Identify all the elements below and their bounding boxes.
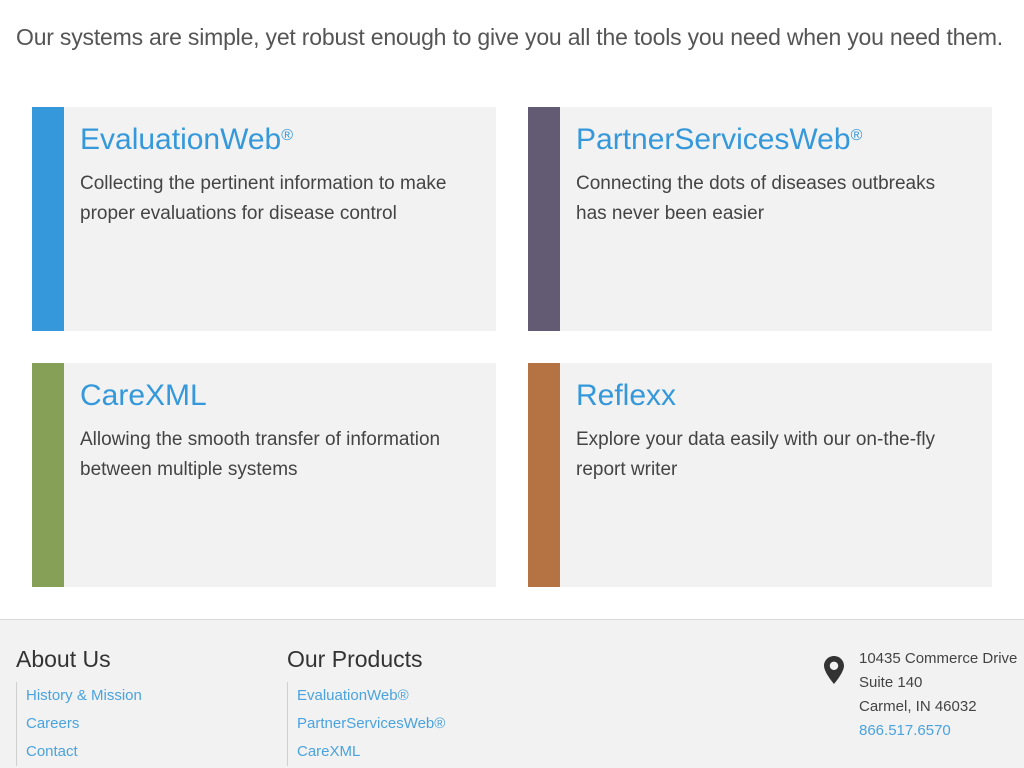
card-accent-bar bbox=[32, 363, 64, 587]
footer-products-links: EvaluationWeb® PartnerServicesWeb® CareX… bbox=[287, 682, 445, 766]
footer-about-heading: About Us bbox=[16, 646, 111, 672]
card-accent-bar bbox=[528, 363, 560, 587]
product-card-partnerservicesweb[interactable]: PartnerServicesWeb® Connecting the dots … bbox=[528, 107, 992, 331]
address-city: Carmel, IN 46032 bbox=[859, 698, 977, 715]
footer-link-careers[interactable]: Careers bbox=[26, 710, 142, 738]
product-description: Collecting the pertinent information to … bbox=[80, 173, 447, 224]
product-title[interactable]: EvaluationWeb® bbox=[80, 123, 293, 157]
footer-products-heading: Our Products bbox=[287, 646, 423, 672]
product-title[interactable]: CareXML bbox=[80, 379, 207, 413]
trademark-symbol: ® bbox=[850, 127, 863, 144]
map-pin-icon bbox=[824, 656, 844, 684]
footer-about-links: History & Mission Careers Contact bbox=[16, 682, 142, 766]
intro-text: Our systems are simple, yet robust enoug… bbox=[16, 24, 1003, 50]
card-accent-bar bbox=[32, 107, 64, 331]
phone-link[interactable]: 866.517.6570 bbox=[859, 719, 1017, 743]
site-footer: About Us History & Mission Careers Conta… bbox=[0, 619, 1024, 768]
product-title[interactable]: PartnerServicesWeb® bbox=[576, 123, 862, 157]
footer-products-column: Our Products EvaluationWeb® PartnerServi… bbox=[287, 644, 445, 766]
trademark-symbol: ® bbox=[281, 127, 294, 144]
footer-link-evaluationweb[interactable]: EvaluationWeb® bbox=[297, 682, 445, 710]
address-suite: Suite 140 bbox=[859, 674, 923, 691]
product-card-reflexx[interactable]: Reflexx Explore your data easily with ou… bbox=[528, 363, 992, 587]
address-lines: 10435 Commerce Drive Suite 140 Carmel, I… bbox=[859, 647, 1017, 743]
product-title[interactable]: Reflexx bbox=[576, 379, 676, 413]
footer-about-column: About Us History & Mission Careers Conta… bbox=[16, 644, 142, 766]
footer-link-partnerservicesweb[interactable]: PartnerServicesWeb® bbox=[297, 710, 445, 738]
product-description: Connecting the dots of diseases outbreak… bbox=[576, 173, 936, 224]
address-street: 10435 Commerce Drive bbox=[859, 650, 1018, 667]
footer-link-carexml[interactable]: CareXML bbox=[297, 738, 445, 766]
product-card-evaluationweb[interactable]: EvaluationWeb® Collecting the pertinent … bbox=[32, 107, 496, 331]
product-description: Allowing the smooth transfer of informat… bbox=[80, 429, 441, 480]
product-description: Explore your data easily with our on-the… bbox=[576, 429, 936, 480]
footer-link-history-mission[interactable]: History & Mission bbox=[26, 682, 142, 710]
product-card-carexml[interactable]: CareXML Allowing the smooth transfer of … bbox=[32, 363, 496, 587]
card-accent-bar bbox=[528, 107, 560, 331]
footer-link-contact[interactable]: Contact bbox=[26, 738, 142, 766]
